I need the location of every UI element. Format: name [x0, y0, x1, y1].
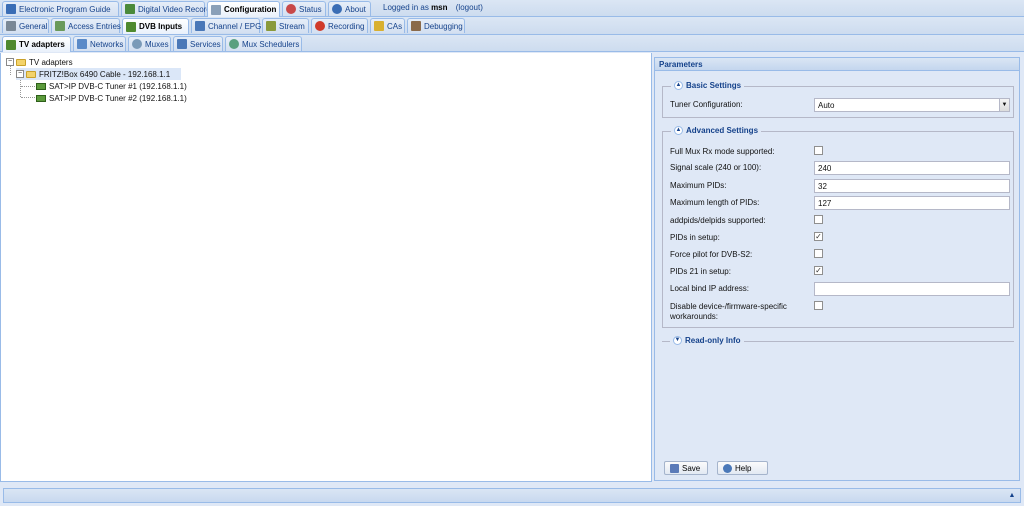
- tree-node-device[interactable]: − FRITZ!Box 6490 Cable - 192.168.1.1: [16, 68, 181, 80]
- folder-icon: [16, 58, 26, 66]
- readonly-info-legend[interactable]: ▼ Read-only Info: [670, 336, 744, 345]
- bug-icon: [411, 21, 421, 31]
- antenna-icon: [77, 39, 87, 49]
- tab-muxes[interactable]: Muxes: [128, 36, 171, 51]
- config-tab-bar: General Access Entries DVB Inputs Channe…: [0, 17, 1024, 35]
- advanced-settings-legend[interactable]: ▲ Advanced Settings: [671, 126, 762, 135]
- force-pilot-checkbox[interactable]: [814, 249, 823, 258]
- tools-icon: [6, 21, 16, 31]
- chevron-down-icon[interactable]: ▼: [673, 336, 682, 345]
- tab-dvr[interactable]: Digital Video Recorder: [121, 1, 218, 16]
- collapse-toggle-icon[interactable]: −: [6, 58, 14, 66]
- tab-about[interactable]: About: [328, 1, 371, 16]
- tuner-card-icon: [126, 21, 136, 32]
- disable-workarounds-checkbox[interactable]: [814, 301, 823, 310]
- max-pids-input[interactable]: 32: [814, 179, 1010, 193]
- dvb-tab-bar: TV adapters Networks Muxes Services Mux …: [0, 35, 1024, 52]
- save-icon: [670, 463, 679, 473]
- basic-settings-fieldset: ▲ Basic Settings Tuner Configuration: Au…: [662, 81, 1014, 118]
- logout-link[interactable]: (logout): [456, 3, 483, 12]
- tab-dvb-inputs[interactable]: DVB Inputs: [122, 18, 189, 34]
- tree-line: [21, 86, 35, 87]
- login-info: Logged in as msn (logout): [383, 3, 483, 12]
- parameters-panel: Parameters ▲ Basic Settings Tuner Config…: [654, 57, 1020, 481]
- signal-scale-input[interactable]: 240: [814, 161, 1010, 175]
- tuner-config-select[interactable]: Auto ▼: [814, 98, 1010, 112]
- tab-services[interactable]: Services: [173, 36, 223, 51]
- tab-mux-schedulers[interactable]: Mux Schedulers: [225, 36, 302, 51]
- tree-node-tuner[interactable]: SAT>IP DVB-C Tuner #1 (192.168.1.1): [36, 80, 187, 92]
- tab-epg[interactable]: Electronic Program Guide: [2, 1, 119, 16]
- tab-channel-epg[interactable]: Channel / EPG: [191, 18, 261, 33]
- users-icon: [55, 21, 65, 31]
- satellite-icon: [132, 39, 142, 49]
- tree-line: [21, 97, 35, 98]
- full-mux-checkbox[interactable]: [814, 146, 823, 155]
- tv-icon: [195, 21, 205, 31]
- help-icon: [723, 463, 732, 473]
- tree-node-tuner[interactable]: SAT>IP DVB-C Tuner #2 (192.168.1.1): [36, 92, 187, 104]
- key-icon: [374, 21, 384, 31]
- save-button[interactable]: Save: [664, 461, 708, 475]
- main-tab-bar: Electronic Program Guide Digital Video R…: [0, 0, 1024, 17]
- readonly-info-fieldset: ▼ Read-only Info: [662, 336, 1014, 345]
- tv-icon: [177, 39, 187, 49]
- tab-tv-adapters[interactable]: TV adapters: [2, 36, 71, 52]
- panel-title: Parameters: [655, 58, 1019, 71]
- tab-cas[interactable]: CAs: [370, 18, 405, 33]
- tuner-card-icon: [36, 94, 46, 102]
- tab-debugging[interactable]: Debugging: [407, 18, 465, 33]
- folder-icon: [26, 70, 36, 78]
- advanced-settings-fieldset: ▲ Advanced Settings Full Mux Rx mode sup…: [662, 126, 1014, 328]
- addpids-checkbox[interactable]: [814, 215, 823, 224]
- scheduler-icon: [229, 39, 239, 49]
- tab-access-entries[interactable]: Access Entries: [51, 18, 121, 33]
- dvr-icon: [125, 4, 135, 14]
- basic-settings-legend[interactable]: ▲ Basic Settings: [671, 81, 745, 90]
- collapse-toggle-icon[interactable]: −: [16, 70, 24, 78]
- tree-node-root[interactable]: − TV adapters: [6, 56, 73, 68]
- tab-status[interactable]: Status: [282, 1, 326, 16]
- username: msn: [431, 3, 448, 12]
- max-len-pids-input[interactable]: 127: [814, 196, 1010, 210]
- epg-icon: [6, 4, 16, 14]
- info-icon: [332, 4, 342, 14]
- status-icon: [286, 4, 296, 14]
- tuner-card-icon: [6, 39, 16, 50]
- chevron-up-icon[interactable]: ▲: [674, 81, 683, 90]
- tab-general[interactable]: General: [2, 18, 49, 33]
- tab-networks[interactable]: Networks: [73, 36, 126, 51]
- tab-recording[interactable]: Recording: [311, 18, 368, 33]
- tuner-card-icon: [36, 82, 46, 90]
- pids21-checkbox[interactable]: ✓: [814, 266, 823, 275]
- chevron-down-icon[interactable]: ▼: [999, 99, 1009, 111]
- double-chevron-up-icon[interactable]: ▲: [1007, 491, 1017, 501]
- stream-icon: [266, 21, 276, 31]
- bottom-log-bar: ▲: [3, 488, 1021, 503]
- pids-setup-checkbox[interactable]: ✓: [814, 232, 823, 241]
- tab-stream[interactable]: Stream: [262, 18, 309, 33]
- adapter-tree: − TV adapters − FRITZ!Box 6490 Cable - 1…: [0, 53, 652, 482]
- help-button[interactable]: Help: [717, 461, 768, 475]
- local-bind-input[interactable]: [814, 282, 1010, 296]
- tree-line: [20, 77, 21, 97]
- chevron-up-icon[interactable]: ▲: [674, 126, 683, 135]
- wrench-icon: [211, 4, 221, 15]
- tab-configuration[interactable]: Configuration: [207, 1, 280, 17]
- record-icon: [315, 21, 325, 31]
